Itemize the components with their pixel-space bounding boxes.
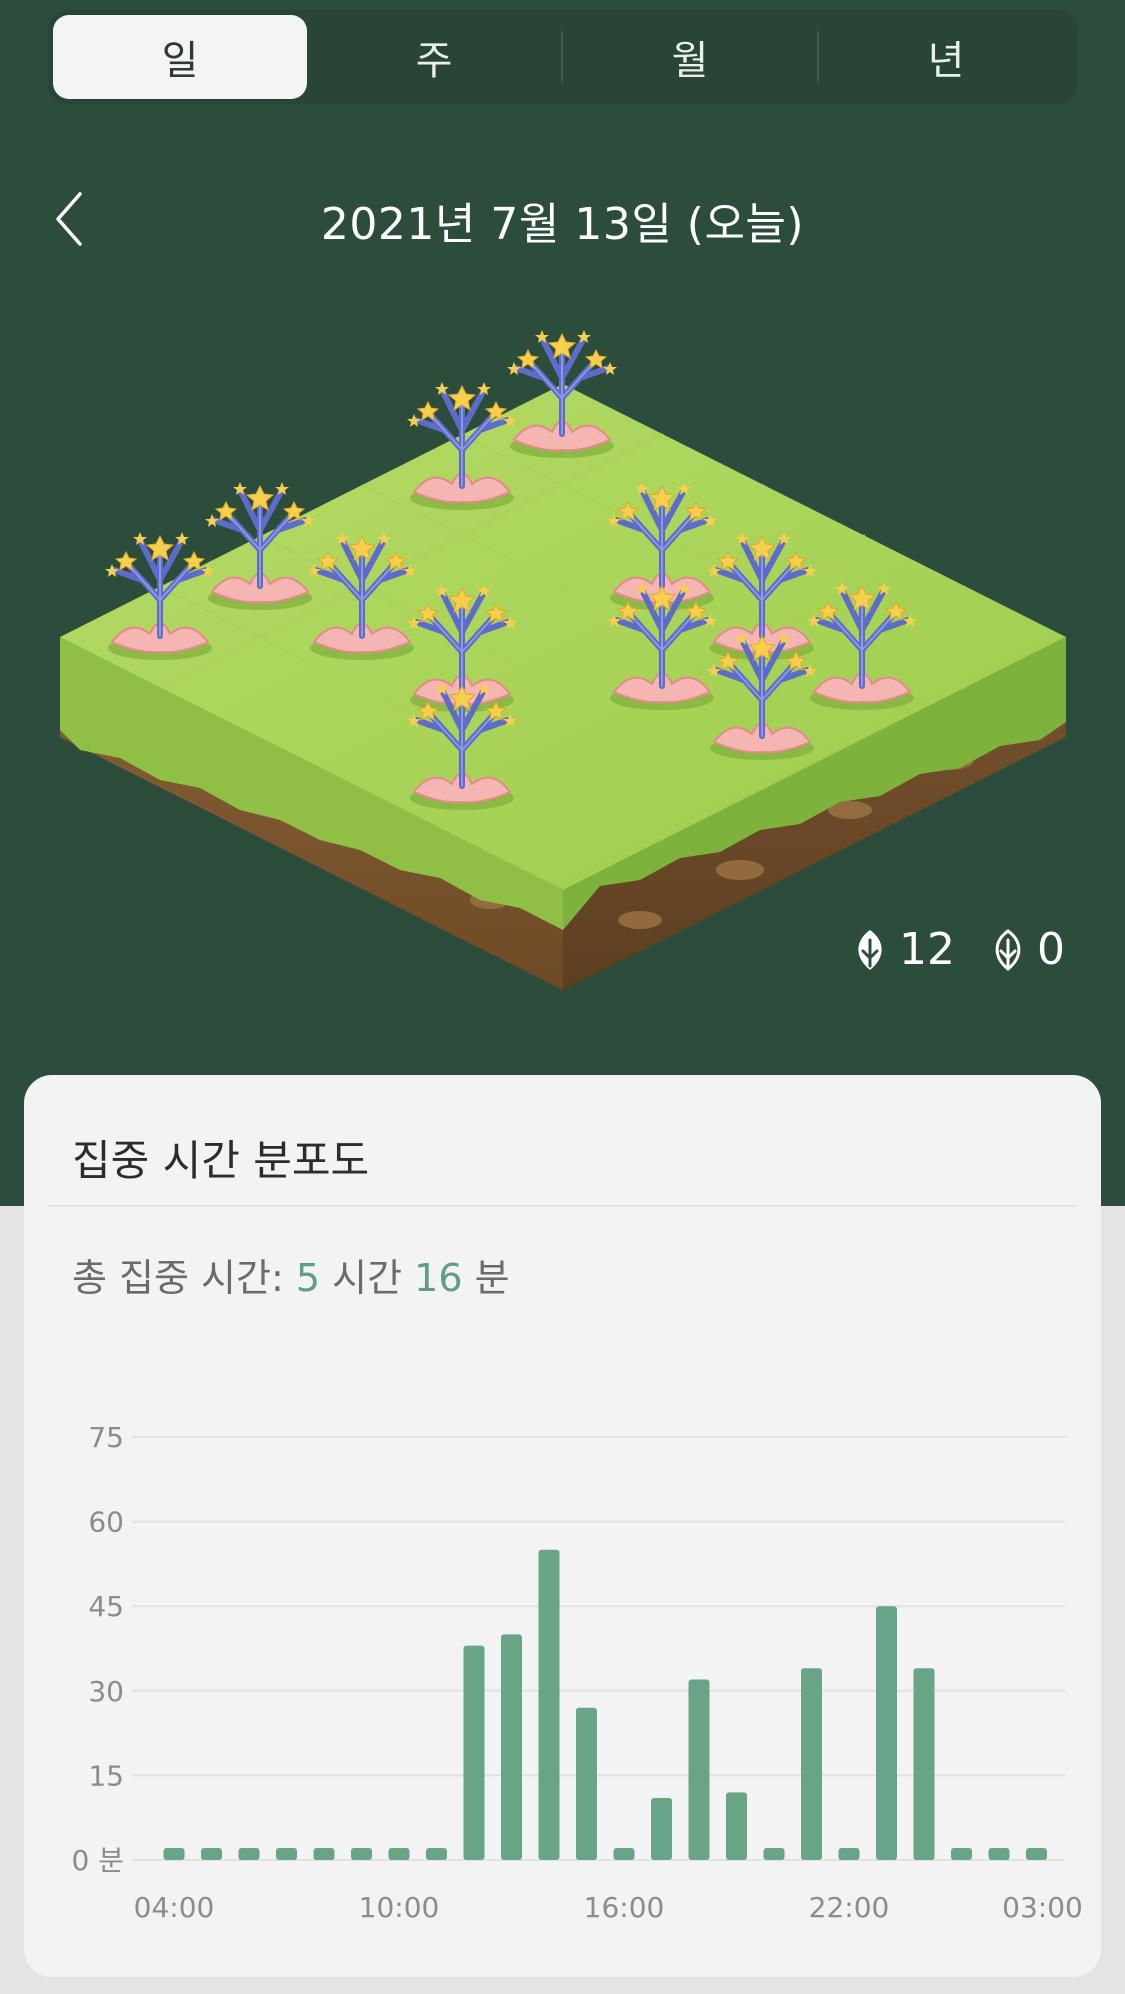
bar: [913, 1668, 935, 1860]
total-hours: 5: [295, 1256, 321, 1300]
tab-week[interactable]: 주: [307, 15, 561, 99]
period-segmented-control: 일 주 월 년: [48, 10, 1078, 104]
x-tick-label: 22:00: [809, 1891, 890, 1924]
bar: [688, 1679, 710, 1860]
hours-unit: 시간: [332, 1256, 403, 1300]
tab-month[interactable]: 월: [563, 15, 817, 99]
forest-island-illustration: [60, 310, 1066, 990]
focus-distribution-card: 집중 시간 분포도 총 집중 시간: 5 시간 16 분 0 분 15 30 45 60…: [24, 1075, 1101, 1977]
bar-empty: [313, 1848, 335, 1860]
total-minutes: 16: [414, 1256, 463, 1300]
bar-empty: [426, 1848, 447, 1860]
bar: [538, 1549, 560, 1860]
x-tick-label: 03:00: [1002, 1891, 1083, 1924]
bar-empty: [351, 1848, 372, 1860]
total-focus-time: 총 집중 시간: 5 시간 16 분: [72, 1247, 510, 1302]
healthy-count-value: 12: [899, 924, 955, 975]
bar-empty: [838, 1848, 860, 1860]
tree-counts: 12 0: [817, 924, 1065, 975]
bar: [651, 1797, 672, 1860]
total-label: 총 집중 시간:: [72, 1256, 284, 1300]
bar: [463, 1645, 485, 1860]
bar-empty: [988, 1848, 1010, 1860]
bar-empty: [763, 1848, 785, 1860]
date-navigation: 2021년 7월 13일 (오늘): [0, 180, 1125, 260]
minutes-unit: 분: [474, 1256, 510, 1300]
withered-count-value: 0: [1037, 924, 1065, 975]
y-tick-label: 45: [88, 1590, 124, 1623]
bar: [576, 1707, 597, 1860]
bar-empty: [1026, 1848, 1047, 1860]
bar-empty: [238, 1848, 260, 1860]
bar-empty: [201, 1848, 222, 1860]
x-tick-label: 10:00: [359, 1891, 440, 1924]
withered-leaf-icon: [995, 928, 1021, 971]
y-tick-label: 15: [88, 1759, 124, 1792]
y-tick-label: 60: [88, 1506, 124, 1539]
tab-year[interactable]: 년: [819, 15, 1073, 99]
y-tick-label: 30: [88, 1675, 124, 1708]
bar-empty: [388, 1848, 410, 1860]
y-tick-label: 75: [88, 1421, 124, 1454]
bar-empty: [276, 1848, 297, 1860]
leaf-icon: [858, 929, 882, 970]
x-tick-label: 16:00: [584, 1891, 665, 1924]
tab-day[interactable]: 일: [53, 15, 307, 99]
bar: [726, 1792, 747, 1860]
bar: [801, 1668, 822, 1860]
bar-empty: [163, 1848, 185, 1860]
bar-empty: [951, 1848, 972, 1860]
divider: [48, 1205, 1077, 1207]
x-tick-label: 04:00: [134, 1891, 215, 1924]
bar: [501, 1634, 522, 1860]
date-title: 2021년 7월 13일 (오늘): [320, 199, 805, 250]
healthy-tree-count: 12: [851, 924, 955, 975]
bar: [876, 1606, 897, 1860]
y-tick-label: 0 분: [72, 1844, 124, 1877]
card-title: 집중 시간 분포도: [72, 1136, 370, 1185]
bar-empty: [613, 1848, 635, 1860]
focus-time-bar-chart: 0 분 15 30 45 60 75 04:00 10:00 16:00 22:00 03:00: [72, 1421, 1083, 1924]
withered-tree-count: 0: [989, 924, 1065, 975]
